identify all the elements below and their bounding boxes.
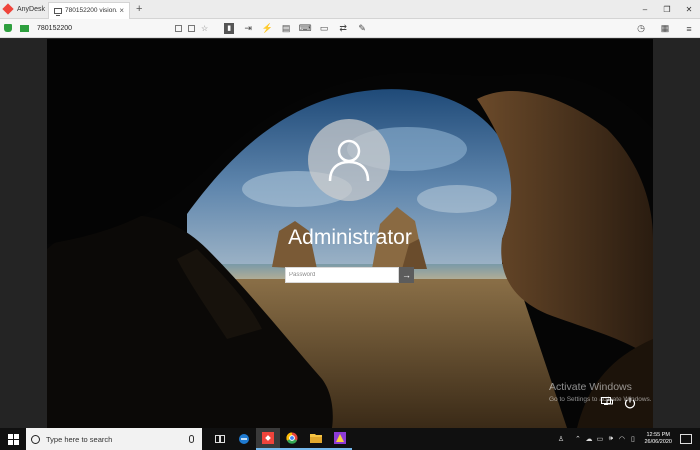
windows-logo-icon — [7, 433, 19, 445]
search-placeholder: Type here to search — [46, 434, 113, 444]
session-tab[interactable]: 780152200 vision... × — [48, 1, 130, 19]
windows-taskbar: Type here to search ♙ ⌃ ☁ ▭ 🕪 ◠ ▯ 12:55 … — [0, 428, 700, 450]
username-label: Administrator — [288, 226, 412, 249]
whiteboard-pen-icon[interactable]: ✎ — [357, 23, 367, 33]
submit-arrow-button[interactable]: → — [399, 267, 414, 283]
task-view-icon[interactable] — [208, 428, 232, 450]
secure-connection-icon[interactable] — [4, 24, 12, 32]
maximize-button[interactable]: ❐ — [656, 0, 678, 19]
window-controls: – ❐ ✕ — [634, 0, 700, 19]
power-icon[interactable] — [623, 396, 636, 409]
anydesk-toolbar: 780152200 ☆ ▮ ⇥ ⚡ ▤ ⌨ ▭ ⇄ ✎ ◷ ▦ ≡ — [0, 19, 700, 38]
connection-settings-icon[interactable] — [175, 24, 182, 32]
clock[interactable]: 12:55 PM 26/06/2020 — [644, 432, 672, 446]
anydesk-app-icon[interactable] — [256, 428, 280, 450]
edge-icon[interactable] — [232, 428, 256, 450]
keyboard-icon[interactable]: ⌨ — [299, 23, 312, 33]
display-tray-icon[interactable]: ▭ — [594, 428, 605, 450]
battery-icon[interactable]: ▯ — [627, 428, 638, 450]
wifi-icon[interactable]: ◠ — [616, 428, 627, 450]
microphone-icon[interactable] — [189, 435, 194, 443]
lightning-icon[interactable]: ⚡ — [262, 23, 273, 33]
start-button[interactable] — [0, 428, 26, 450]
anydesk-titlebar: AnyDesk 780152200 vision... × + – ❐ ✕ — [0, 0, 700, 19]
close-button[interactable]: ✕ — [678, 0, 700, 19]
cloud-icon[interactable]: ☁ — [583, 428, 594, 450]
tab-title: 780152200 vision... — [65, 7, 118, 14]
menu-doc-icon[interactable]: ▦ — [660, 23, 670, 34]
hamburger-icon[interactable]: ≡ — [684, 24, 694, 34]
volume-icon[interactable]: 🕪 — [605, 428, 616, 450]
notification-center-icon[interactable] — [680, 434, 692, 444]
monitor-icon[interactable]: ▭ — [319, 23, 329, 33]
password-input[interactable] — [285, 267, 399, 283]
favorite-star-icon[interactable]: ☆ — [201, 24, 208, 32]
windows-lock-screen[interactable]: Administrator → Activate Windows Go to S… — [47, 39, 653, 428]
brand-label: AnyDesk — [17, 5, 46, 13]
chat-icon[interactable]: ▤ — [281, 23, 291, 33]
display-icon[interactable]: ▮ — [224, 22, 235, 34]
cortana-icon — [31, 434, 40, 444]
monitor-icon — [54, 7, 62, 16]
activate-title: Activate Windows — [549, 381, 632, 393]
file-transfer-icon[interactable]: ⇥ — [243, 23, 253, 33]
clock-time: 12:55 PM — [646, 432, 670, 438]
remote-viewport[interactable]: Administrator → Activate Windows Go to S… — [0, 39, 700, 428]
password-box: → — [285, 267, 414, 283]
chrome-icon[interactable] — [280, 428, 304, 450]
taskbar-search-box[interactable]: Type here to search — [26, 428, 202, 450]
anydesk-logo-icon — [2, 3, 14, 15]
file-explorer-icon[interactable] — [304, 428, 328, 450]
network-icon[interactable] — [600, 396, 613, 409]
minimize-button[interactable]: – — [634, 0, 656, 19]
user-icon — [328, 139, 370, 182]
user-avatar — [308, 119, 390, 201]
anydesk-brand[interactable]: AnyDesk — [0, 0, 48, 19]
file-manager-icon[interactable] — [188, 24, 195, 32]
media-app-icon[interactable] — [328, 428, 352, 450]
address-field[interactable]: 780152200 — [37, 25, 175, 32]
lock-screen-controls — [600, 396, 636, 409]
session-status-icon[interactable] — [20, 24, 29, 32]
tab-close-button[interactable]: × — [119, 6, 124, 15]
system-tray: ♙ ⌃ ☁ ▭ 🕪 ◠ ▯ 12:55 PM 26/06/2020 — [555, 428, 700, 450]
history-icon[interactable]: ◷ — [636, 23, 646, 34]
new-tab-button[interactable]: + — [136, 3, 142, 15]
switch-sides-icon[interactable]: ⇄ — [338, 23, 348, 33]
people-icon[interactable]: ♙ — [555, 428, 566, 450]
clock-date: 26/06/2020 — [644, 439, 672, 445]
chevron-up-icon[interactable]: ⌃ — [572, 428, 583, 450]
